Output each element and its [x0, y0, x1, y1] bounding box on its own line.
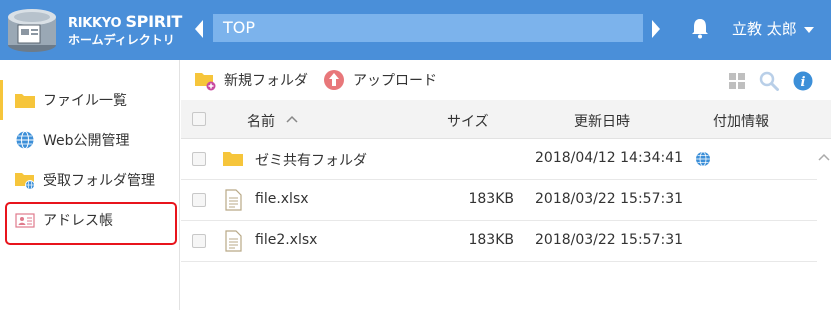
globe-icon: [696, 151, 710, 167]
upload-icon: [324, 70, 344, 90]
logo-disk-icon: [8, 9, 56, 52]
column-size[interactable]: サイズ: [447, 111, 489, 131]
new-folder-label: 新規フォルダ: [224, 73, 308, 89]
sidebar-item-label: Web公開管理: [43, 133, 130, 149]
table-header: 名前 サイズ 更新日時 付加情報: [181, 100, 831, 139]
globe-icon: [16, 131, 34, 149]
sidebar: ファイル一覧 Web公開管理 受取フォルダ管理 アドレス帳: [0, 60, 180, 310]
column-extra: 付加情報: [713, 114, 769, 130]
search-icon[interactable]: [759, 71, 779, 91]
column-updated[interactable]: 更新日時: [574, 111, 630, 131]
file-updated: 2018/03/22 15:57:31: [535, 232, 684, 248]
file-name[interactable]: file2.xlsx: [255, 232, 317, 248]
info-icon[interactable]: i: [793, 71, 813, 91]
new-folder-icon: [195, 73, 216, 91]
file-icon: [225, 189, 242, 211]
file-updated: 2018/03/22 15:57:31: [535, 191, 684, 207]
sidebar-item-file-list[interactable]: ファイル一覧: [0, 80, 180, 120]
upload-label: アップロード: [353, 73, 437, 89]
chevron-down-icon[interactable]: [803, 26, 815, 34]
row-checkbox[interactable]: [192, 234, 206, 248]
sidebar-item-label: 受取フォルダ管理: [43, 173, 155, 189]
new-folder-button[interactable]: 新規フォルダ: [194, 60, 314, 100]
folder-icon: [223, 152, 243, 166]
nav-forward-icon[interactable]: [650, 19, 662, 39]
table-row[interactable]: file2.xlsx 183KB 2018/03/22 15:57:31: [181, 221, 817, 262]
grid-view-icon[interactable]: [727, 71, 747, 91]
upload-button[interactable]: アップロード: [323, 60, 443, 100]
row-checkbox[interactable]: [192, 152, 206, 166]
active-indicator: [0, 80, 3, 120]
folder-globe-icon: [15, 173, 35, 190]
scroll-up-icon[interactable]: [817, 150, 831, 164]
select-all-checkbox[interactable]: [192, 112, 206, 126]
path-label: TOP: [223, 18, 256, 37]
file-size: 183KB: [468, 232, 514, 248]
logo-subtitle: ホームディレクトリ: [68, 33, 175, 47]
column-name[interactable]: 名前: [247, 111, 275, 131]
app-header: RIKKYO SPIRIT ホームディレクトリ TOP 立教 太郎: [0, 0, 831, 60]
sidebar-item-receive-folder[interactable]: 受取フォルダ管理: [0, 160, 180, 200]
file-table: 名前 サイズ 更新日時 付加情報 ゼミ共有フォルダ 2018/04/12 14:…: [181, 100, 831, 310]
bell-icon[interactable]: [691, 17, 709, 39]
user-name[interactable]: 立教 太郎: [732, 18, 797, 39]
row-checkbox[interactable]: [192, 193, 206, 207]
toolbar: 新規フォルダ アップロード i: [181, 60, 831, 100]
folder-icon: [15, 94, 35, 108]
file-name[interactable]: file.xlsx: [255, 191, 309, 207]
table-row[interactable]: file.xlsx 183KB 2018/03/22 15:57:31: [181, 180, 817, 221]
table-row[interactable]: ゼミ共有フォルダ 2018/04/12 14:34:41: [181, 139, 817, 180]
path-breadcrumb[interactable]: TOP: [213, 14, 643, 42]
logo-title: RIKKYO SPIRIT: [68, 12, 183, 31]
file-updated: 2018/04/12 14:34:41: [535, 150, 684, 166]
highlight-box: [5, 202, 177, 245]
file-size: 183KB: [468, 191, 514, 207]
svg-text:i: i: [801, 75, 806, 90]
sidebar-item-label: ファイル一覧: [43, 93, 127, 109]
file-name[interactable]: ゼミ共有フォルダ: [255, 150, 367, 170]
sort-asc-icon[interactable]: [285, 114, 299, 124]
sidebar-item-web-publish[interactable]: Web公開管理: [0, 120, 180, 160]
file-icon: [225, 230, 242, 252]
nav-back-icon[interactable]: [193, 19, 205, 39]
